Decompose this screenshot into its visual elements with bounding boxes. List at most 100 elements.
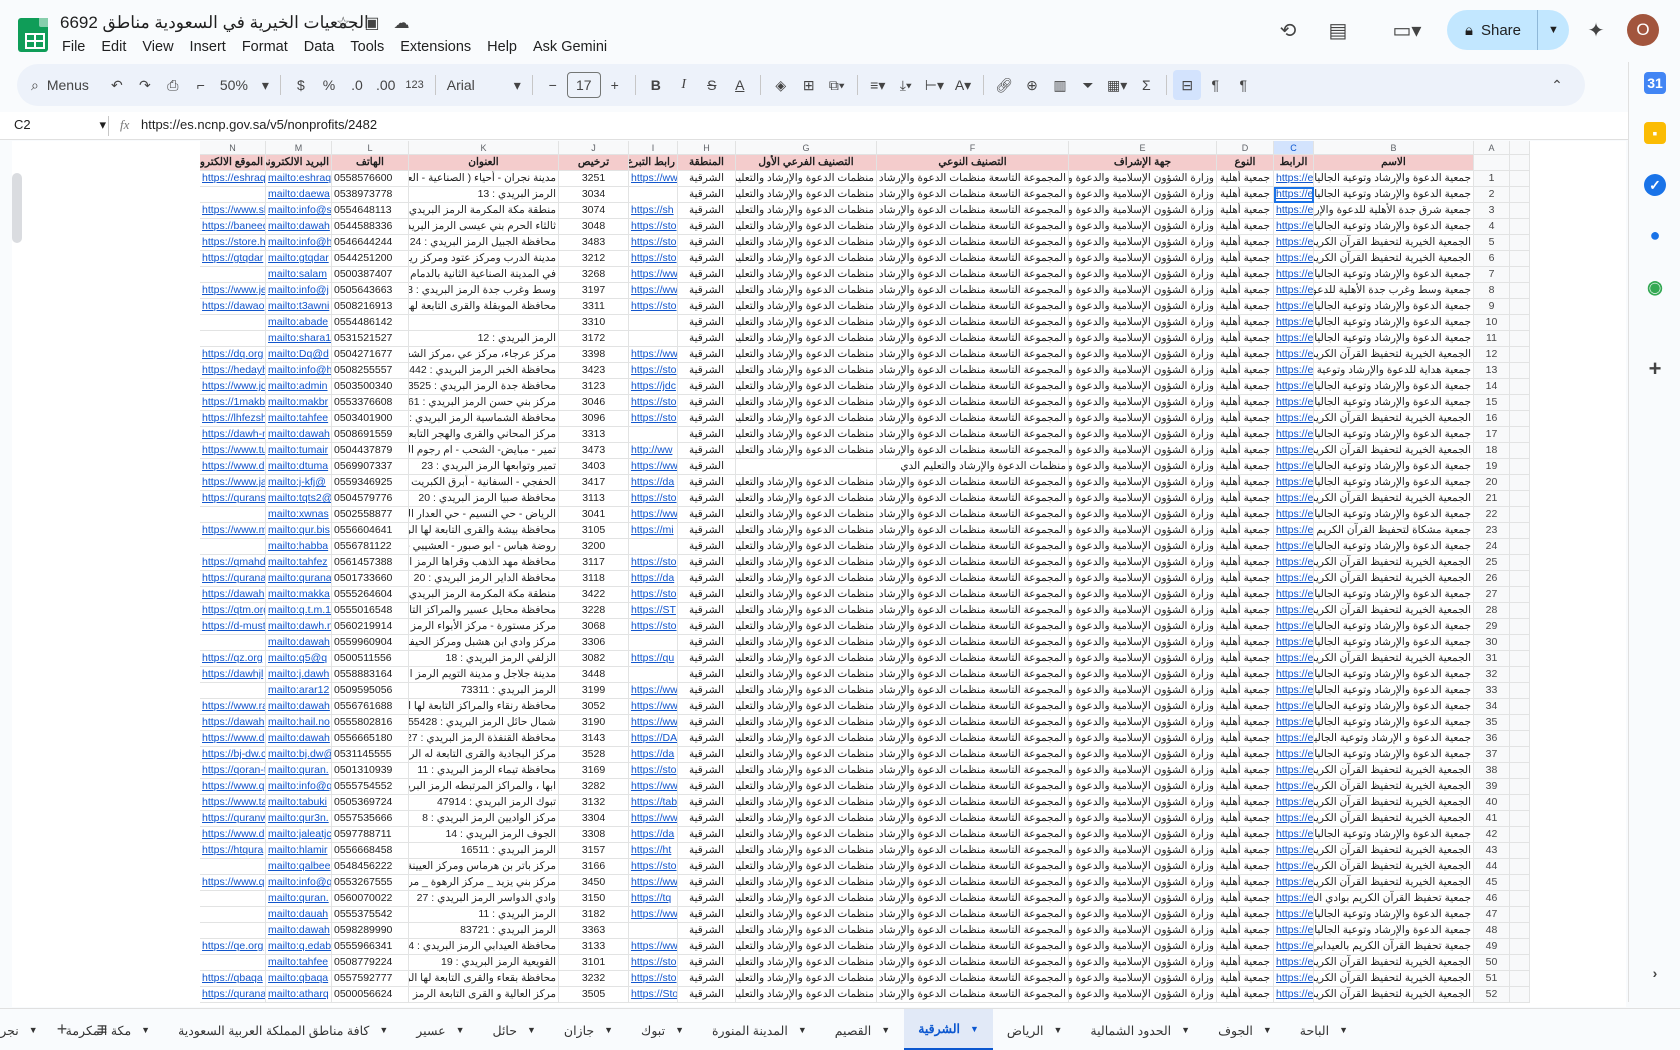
menu-view[interactable]: View bbox=[134, 37, 181, 57]
table-cell[interactable]: 3310 bbox=[559, 315, 629, 331]
table-cell[interactable]: المجموعة التاسعة منظمات الدعوة والإرشاد … bbox=[877, 379, 1069, 395]
table-cell[interactable]: 3082 bbox=[559, 651, 629, 667]
merge-cells-icon[interactable]: ⧉▾ bbox=[823, 70, 851, 100]
table-cell[interactable]: المجموعة التاسعة منظمات الدعوة والإرشاد … bbox=[877, 267, 1069, 283]
table-cell[interactable]: منظمات الدعوة والإرشاد والتعليم الديني bbox=[736, 379, 877, 395]
table-cell[interactable]: المجموعة التاسعة منظمات الدعوة والإرشاد … bbox=[877, 171, 1069, 187]
add-addon-icon[interactable]: + bbox=[1644, 356, 1666, 381]
table-cell[interactable]: mailto:dawah bbox=[266, 427, 332, 443]
table-cell[interactable]: منطقة مكة المكرمة الرمز البريدي : 24 bbox=[409, 587, 559, 603]
table-cell[interactable]: https://www.d bbox=[200, 731, 266, 747]
table-cell[interactable]: في المدينة الصناعية الثانية بالدمام الرم… bbox=[409, 267, 559, 283]
table-cell[interactable]: المجموعة التاسعة منظمات الدعوة والإرشاد … bbox=[877, 299, 1069, 315]
table-cell[interactable]: وزارة الشؤون الإسلامية والدعوة والإرشاد bbox=[1069, 619, 1217, 635]
table-cell[interactable]: https://e bbox=[1274, 443, 1314, 459]
table-cell[interactable] bbox=[200, 315, 266, 331]
table-cell[interactable]: المجموعة التاسعة منظمات الدعوة والإرشاد … bbox=[877, 955, 1069, 971]
table-cell[interactable]: الشرقية bbox=[678, 347, 736, 363]
table-cell[interactable]: https://sh bbox=[629, 203, 678, 219]
table-cell[interactable]: 0558883164 bbox=[332, 667, 409, 683]
table-cell[interactable]: الشرقية bbox=[678, 283, 736, 299]
table-cell[interactable] bbox=[629, 539, 678, 555]
currency-button[interactable]: $ bbox=[287, 70, 315, 100]
table-cell[interactable]: 0505369724 bbox=[332, 795, 409, 811]
table-cell[interactable]: وزارة الشؤون الإسلامية والدعوة والإرشاد bbox=[1069, 491, 1217, 507]
table-cell[interactable]: الشرقية bbox=[678, 171, 736, 187]
table-cell[interactable]: المجموعة التاسعة منظمات الدعوة والإرشاد … bbox=[877, 731, 1069, 747]
table-cell[interactable]: جمعية أهلية bbox=[1217, 187, 1274, 203]
table-cell[interactable]: https://ww bbox=[629, 875, 678, 891]
table-cell[interactable]: وزارة الشؤون الإسلامية والدعوة والإرشاد bbox=[1069, 827, 1217, 843]
table-cell[interactable]: 3311 bbox=[559, 299, 629, 315]
table-cell[interactable]: mailto:t3awni bbox=[266, 299, 332, 315]
table-cell[interactable]: 3268 bbox=[559, 267, 629, 283]
table-cell[interactable]: https://e bbox=[1274, 171, 1314, 187]
table-cell[interactable]: 3117 bbox=[559, 555, 629, 571]
row-number[interactable]: 48 bbox=[1474, 923, 1510, 939]
table-cell[interactable]: https://da bbox=[629, 747, 678, 763]
row-gutter[interactable] bbox=[1510, 923, 1530, 939]
table-cell[interactable]: وزارة الشؤون الإسلامية والدعوة والإرشاد bbox=[1069, 331, 1217, 347]
table-cell[interactable]: جمعية الدعوة والإرشاد وتوعية الجاليات في… bbox=[1314, 539, 1474, 555]
table-cell[interactable]: منظمات الدعوة والإرشاد والتعليم الديني bbox=[736, 395, 877, 411]
table-cell[interactable]: وزارة الشؤون الإسلامية والدعوة والإرشاد bbox=[1069, 443, 1217, 459]
table-cell[interactable]: منظمات الدعوة والإرشاد والتعليم الديني bbox=[736, 363, 877, 379]
decrease-decimal-button[interactable]: .0 bbox=[343, 70, 371, 100]
table-cell[interactable]: https://e bbox=[1274, 507, 1314, 523]
table-cell[interactable]: منظمات الدعوة والإرشاد والتعليم الديني bbox=[736, 427, 877, 443]
table-cell[interactable]: المجموعة التاسعة منظمات الدعوة والإرشاد … bbox=[877, 235, 1069, 251]
expand-panel-icon[interactable]: › bbox=[1644, 962, 1666, 984]
column-header-letter[interactable]: N bbox=[200, 141, 266, 155]
table-cell[interactable]: جمعية الدعوة والإرشاد وتوعية الجاليات بث… bbox=[1314, 219, 1474, 235]
row-gutter[interactable] bbox=[1510, 347, 1530, 363]
table-cell[interactable]: الشرقية bbox=[678, 363, 736, 379]
table-cell[interactable]: جمعية أهلية bbox=[1217, 251, 1274, 267]
table-cell[interactable]: المجموعة التاسعة منظمات الدعوة والإرشاد … bbox=[877, 667, 1069, 683]
row-gutter[interactable] bbox=[1510, 875, 1530, 891]
table-cell[interactable]: 0503500340 bbox=[332, 379, 409, 395]
table-cell[interactable]: 0503401900 bbox=[332, 411, 409, 427]
table-cell[interactable]: http://ww bbox=[629, 443, 678, 459]
table-cell[interactable]: جمعية أهلية bbox=[1217, 459, 1274, 475]
table-cell[interactable]: الشرقية bbox=[678, 619, 736, 635]
table-cell[interactable]: mailto:info@h bbox=[266, 235, 332, 251]
table-cell[interactable]: ابها ، والمراكز المرتبطه الرمز البريدي :… bbox=[409, 779, 559, 795]
table-cell[interactable]: https://hedayh bbox=[200, 363, 266, 379]
row-gutter[interactable] bbox=[1510, 203, 1530, 219]
table-cell[interactable]: 3172 bbox=[559, 331, 629, 347]
avatar[interactable]: O bbox=[1627, 14, 1659, 46]
table-cell[interactable]: تمير وتوابعها الرمز البريدي : 23 bbox=[409, 459, 559, 475]
insert-chart-icon[interactable]: ▥ bbox=[1046, 70, 1074, 100]
table-cell[interactable]: https://sto bbox=[629, 395, 678, 411]
table-cell[interactable]: وزارة الشؤون الإسلامية والدعوة والإرشاد bbox=[1069, 379, 1217, 395]
keep-icon[interactable]: ▪ bbox=[1644, 122, 1666, 144]
row-gutter[interactable] bbox=[1510, 843, 1530, 859]
table-cell[interactable]: الشرقية bbox=[678, 875, 736, 891]
table-cell[interactable]: https://e bbox=[1274, 987, 1314, 1003]
header-cell[interactable]: البريد الالكتروني bbox=[266, 155, 332, 171]
table-cell[interactable]: https://dawah bbox=[200, 587, 266, 603]
table-cell[interactable]: الشرقية bbox=[678, 923, 736, 939]
table-cell[interactable]: 0557592777 bbox=[332, 971, 409, 987]
row-number[interactable]: 23 bbox=[1474, 523, 1510, 539]
table-cell[interactable]: وزارة الشؤون الإسلامية والدعوة والإرشاد bbox=[1069, 987, 1217, 1003]
table-cell[interactable]: منظمات الدعوة والإرشاد والتعليم الديني bbox=[736, 923, 877, 939]
table-cell[interactable]: جمعية الدعوة والإرشاد وتوعية الجاليات في… bbox=[1314, 667, 1474, 683]
row-gutter[interactable] bbox=[1510, 491, 1530, 507]
table-cell[interactable]: منظمات الدعوة والإرشاد والتعليم الديني bbox=[736, 683, 877, 699]
row-number[interactable]: 40 bbox=[1474, 795, 1510, 811]
row-number[interactable]: 30 bbox=[1474, 635, 1510, 651]
table-cell[interactable] bbox=[629, 331, 678, 347]
table-cell[interactable]: منظمات الدعوة والإرشاد والتعليم الديني bbox=[736, 235, 877, 251]
row-number[interactable]: 9 bbox=[1474, 299, 1510, 315]
column-header-letter[interactable]: G bbox=[736, 141, 877, 155]
table-cell[interactable]: جمعية أهلية bbox=[1217, 683, 1274, 699]
table-cell[interactable]: https://qmahd bbox=[200, 555, 266, 571]
table-cell[interactable]: المجموعة التاسعة منظمات الدعوة والإرشاد … bbox=[877, 907, 1069, 923]
table-cell[interactable]: 0553267555 bbox=[332, 875, 409, 891]
table-cell[interactable]: جمعية أهلية bbox=[1217, 763, 1274, 779]
tasks-icon[interactable]: ✓ bbox=[1644, 174, 1666, 196]
table-cell[interactable]: 0509595056 bbox=[332, 683, 409, 699]
table-cell[interactable]: الشرقية bbox=[678, 715, 736, 731]
table-cell[interactable]: mailto:qur3n. bbox=[266, 811, 332, 827]
